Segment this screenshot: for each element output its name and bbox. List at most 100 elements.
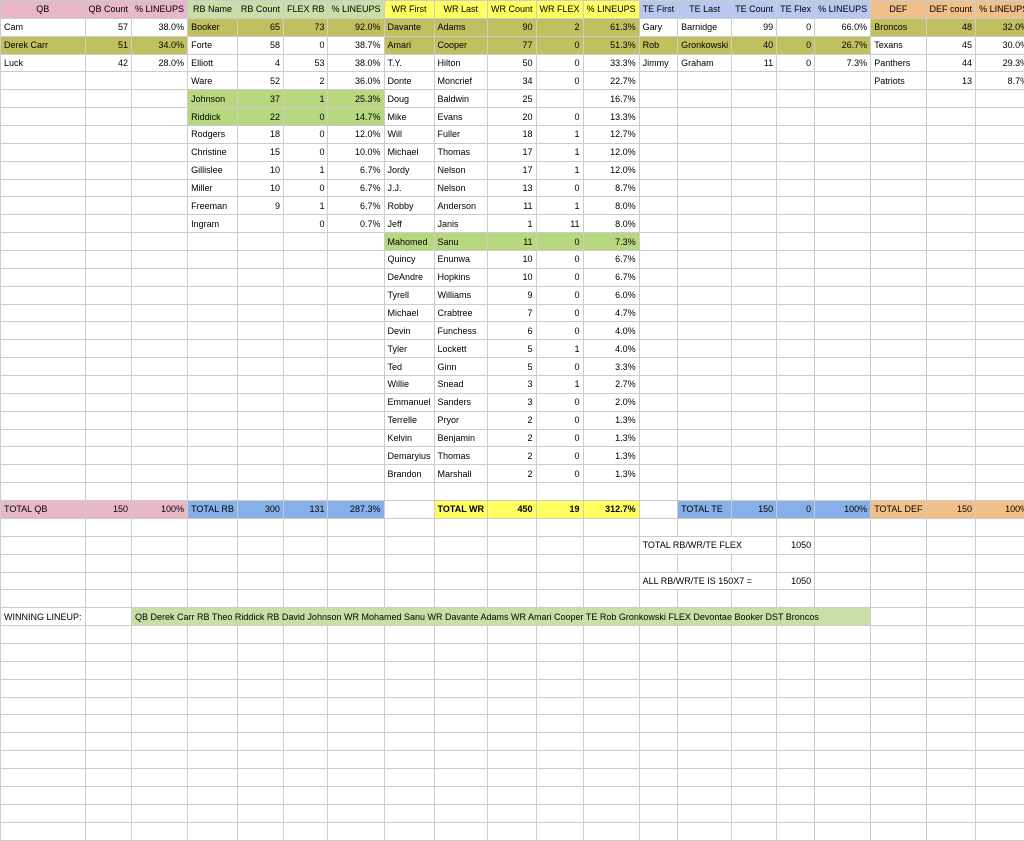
wr-flex: 0 (536, 54, 583, 72)
header-cell: WR Count (488, 1, 537, 19)
rb-name: Christine (188, 143, 238, 161)
wr-first: Willie (384, 376, 434, 394)
te-first: Rob (639, 36, 678, 54)
header-cell: % LINEUPS (976, 1, 1024, 19)
wr-first: Jordy (384, 161, 434, 179)
wr-count: 2 (488, 465, 537, 483)
header-cell: QB Count (85, 1, 132, 19)
wr-count: 10 (488, 251, 537, 269)
te-first: Jimmy (639, 54, 678, 72)
rb-flex: 0 (283, 215, 328, 233)
wr-count: 5 (488, 340, 537, 358)
rb-pct: 6.7% (328, 179, 384, 197)
rb-count: 58 (237, 36, 283, 54)
rb-name: Booker (188, 18, 238, 36)
def-count: 13 (926, 72, 976, 90)
wr-first: Mike (384, 108, 434, 126)
wr-flex: 0 (536, 358, 583, 376)
wr-flex: 0 (536, 393, 583, 411)
rb-count: 9 (237, 197, 283, 215)
rb-pct: 12.0% (328, 126, 384, 144)
wr-flex: 1 (536, 161, 583, 179)
wr-count: 90 (488, 18, 537, 36)
wr-pct: 2.7% (583, 376, 639, 394)
wr-last: Hilton (434, 54, 488, 72)
wr-pct: 4.0% (583, 322, 639, 340)
rb-flex: 1 (283, 161, 328, 179)
rb-count: 65 (237, 18, 283, 36)
rb-flex: 0 (283, 179, 328, 197)
wr-last: Williams (434, 286, 488, 304)
te-last: Barnidge (678, 18, 732, 36)
te-count: 40 (732, 36, 777, 54)
wr-last: Evans (434, 108, 488, 126)
wr-last: Moncrief (434, 72, 488, 90)
wr-last: Thomas (434, 143, 488, 161)
rb-pct: 14.7% (328, 108, 384, 126)
wr-last: Baldwin (434, 90, 488, 108)
total-qb-label: TOTAL QB (1, 501, 86, 519)
wr-flex: 1 (536, 376, 583, 394)
rb-count: 52 (237, 72, 283, 90)
wr-last: Ginn (434, 358, 488, 376)
header-cell: % LINEUPS (815, 1, 871, 19)
header-cell: WR First (384, 1, 434, 19)
rb-count: 10 (237, 179, 283, 197)
rb-name: Ware (188, 72, 238, 90)
winning-text: QB Derek Carr RB Theo Riddick RB David J… (132, 608, 871, 626)
wr-pct: 12.7% (583, 126, 639, 144)
wr-last: Cooper (434, 36, 488, 54)
wr-pct: 1.3% (583, 465, 639, 483)
total-def-label: TOTAL DEF (871, 501, 926, 519)
header-cell: RB Name (188, 1, 238, 19)
wr-count: 5 (488, 358, 537, 376)
wr-first: Tyrell (384, 286, 434, 304)
wr-last: Nelson (434, 161, 488, 179)
rb-name: Freeman (188, 197, 238, 215)
wr-last: Adams (434, 18, 488, 36)
wr-pct: 8.0% (583, 215, 639, 233)
wr-last: Snead (434, 376, 488, 394)
wr-count: 11 (488, 233, 537, 251)
wr-first: Tyler (384, 340, 434, 358)
rb-name: Gillislee (188, 161, 238, 179)
rb-name: Forte (188, 36, 238, 54)
te-pct: 66.0% (815, 18, 871, 36)
header-cell: TE Flex (777, 1, 815, 19)
wr-first: DeAndre (384, 268, 434, 286)
wr-flex: 0 (536, 179, 583, 197)
header-cell: % LINEUPS (583, 1, 639, 19)
header-cell: WR FLEX (536, 1, 583, 19)
wr-first: Will (384, 126, 434, 144)
wr-first: Michael (384, 143, 434, 161)
te-first: Gary (639, 18, 678, 36)
wr-flex: 0 (536, 447, 583, 465)
rb-pct: 36.0% (328, 72, 384, 90)
wr-flex: 0 (536, 233, 583, 251)
wr-flex: 0 (536, 304, 583, 322)
wr-pct: 7.3% (583, 233, 639, 251)
wr-first: Devin (384, 322, 434, 340)
rb-name: Rodgers (188, 126, 238, 144)
wr-first: T.Y. (384, 54, 434, 72)
wr-first: Doug (384, 90, 434, 108)
rb-name: Riddick (188, 108, 238, 126)
wr-first: Mahomed (384, 233, 434, 251)
qb-count: 57 (85, 18, 132, 36)
wr-last: Benjamin (434, 429, 488, 447)
wr-last: Crabtree (434, 304, 488, 322)
wr-pct: 4.0% (583, 340, 639, 358)
wr-last: Lockett (434, 340, 488, 358)
wr-last: Marshall (434, 465, 488, 483)
wr-count: 6 (488, 322, 537, 340)
qb-pct: 38.0% (132, 18, 188, 36)
wr-first: Terrelle (384, 411, 434, 429)
qb-count: 42 (85, 54, 132, 72)
te-last: Graham (678, 54, 732, 72)
te-count: 99 (732, 18, 777, 36)
wr-flex: 2 (536, 18, 583, 36)
wr-pct: 6.7% (583, 251, 639, 269)
wr-count: 50 (488, 54, 537, 72)
rb-flex: 1 (283, 197, 328, 215)
wr-first: Robby (384, 197, 434, 215)
